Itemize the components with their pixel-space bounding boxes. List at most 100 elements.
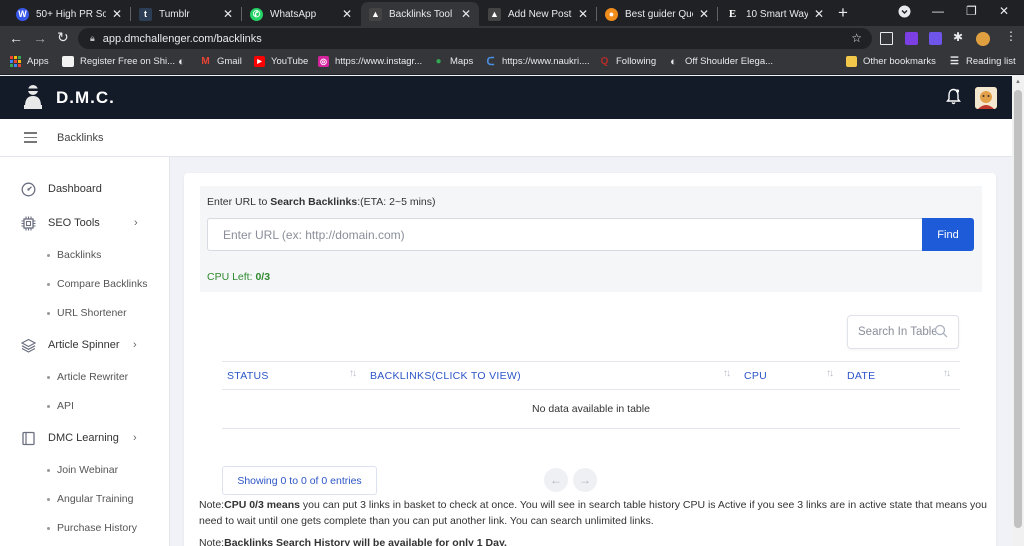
sidebar-subitem-angular-training[interactable]: Angular Training bbox=[47, 493, 133, 505]
cast-icon[interactable] bbox=[880, 32, 893, 45]
dmc-logo-icon[interactable] bbox=[22, 84, 44, 110]
sidebar-subitem-api[interactable]: API bbox=[47, 400, 74, 412]
wordpress-icon: W bbox=[16, 7, 29, 21]
cpu-left-label: CPU Left: bbox=[207, 271, 256, 283]
reload-icon[interactable]: ↻ bbox=[57, 29, 69, 46]
back-icon[interactable]: ← bbox=[9, 30, 23, 46]
url-input[interactable] bbox=[207, 218, 923, 251]
sidebar-subitem-purchase-history[interactable]: Purchase History bbox=[47, 522, 137, 534]
close-icon[interactable]: ✕ bbox=[223, 7, 233, 21]
sidebar-item-article-spinner[interactable]: Article Spinner › bbox=[20, 337, 137, 353]
search-label: Enter URL to Search Backlinks:(ETA: 2~5 … bbox=[207, 196, 436, 208]
browser-tab-active[interactable]: ▲ Backlinks Tool | D ✕ bbox=[361, 2, 479, 26]
sort-icon[interactable]: ↑↓ bbox=[723, 368, 731, 379]
chevron-right-icon: › bbox=[133, 432, 137, 444]
chevron-right-icon: › bbox=[134, 217, 138, 229]
bookmark-label: Maps bbox=[450, 56, 474, 67]
browser-tab[interactable]: ▲ Add New Post ‹ T ✕ bbox=[480, 2, 596, 26]
bookmark-naukri[interactable]: ᑕ https://www.naukri.... bbox=[485, 56, 589, 68]
bookmark-gmail[interactable]: M Gmail bbox=[200, 56, 241, 67]
sort-icon[interactable]: ↑↓ bbox=[349, 368, 357, 379]
bookmark-globe[interactable]: ◐ bbox=[176, 55, 193, 68]
close-icon[interactable]: ✕ bbox=[112, 7, 122, 21]
browser-tab[interactable]: ● Best guider Quot ✕ bbox=[597, 2, 717, 26]
tab-title: Add New Post ‹ T bbox=[508, 8, 572, 20]
sidebar-item-seo-tools[interactable]: SEO Tools › bbox=[20, 215, 138, 231]
page-scrollbar[interactable]: ▲ bbox=[1012, 76, 1024, 546]
address-bar[interactable]: 🔒︎ app.dmchallenger.com/backlinks ☆ bbox=[78, 28, 872, 49]
hamburger-menu-icon[interactable] bbox=[24, 132, 37, 143]
table-search-input[interactable] bbox=[858, 326, 936, 338]
close-icon[interactable]: ✕ bbox=[342, 7, 352, 21]
extension-purple-icon[interactable] bbox=[905, 32, 918, 45]
sidebar-item-dmc-learning[interactable]: DMC Learning › bbox=[20, 430, 137, 446]
menu-dots-icon[interactable]: ⋮ bbox=[1005, 29, 1018, 43]
note-prefix: Note: bbox=[199, 499, 225, 511]
new-tab-icon[interactable]: + bbox=[838, 3, 848, 23]
other-bookmarks[interactable]: Other bookmarks bbox=[846, 56, 936, 67]
table-info: Showing 0 to 0 of 0 entries bbox=[222, 466, 377, 495]
close-icon[interactable]: ✕ bbox=[699, 7, 709, 21]
browser-tab[interactable]: W 50+ High PR Soci ✕ bbox=[8, 2, 130, 26]
profile-avatar-icon[interactable] bbox=[976, 32, 990, 46]
brand-name[interactable]: D.M.C. bbox=[56, 88, 115, 108]
sidebar-item-label: SEO Tools bbox=[48, 217, 100, 229]
tab-search-icon[interactable] bbox=[898, 5, 911, 21]
reading-list[interactable]: ☰ Reading list bbox=[949, 56, 1016, 67]
column-header-status[interactable]: STATUS bbox=[227, 370, 269, 382]
layers-icon bbox=[20, 337, 36, 353]
bookmark-shine[interactable]: Register Free on Shi... bbox=[62, 56, 175, 67]
e-icon: E bbox=[728, 8, 737, 20]
table-search-box[interactable] bbox=[847, 315, 959, 349]
next-page-button[interactable]: → bbox=[573, 468, 597, 492]
close-window-icon[interactable]: ✕ bbox=[999, 4, 1009, 18]
bookmark-maps[interactable]: ● Maps bbox=[433, 56, 473, 67]
column-header-backlinks[interactable]: BACKLINKS(CLICK TO VIEW) bbox=[370, 370, 521, 382]
close-icon[interactable]: ✕ bbox=[461, 7, 471, 21]
sidebar-subitem-article-rewriter[interactable]: Article Rewriter bbox=[47, 371, 128, 383]
sort-icon[interactable]: ↑↓ bbox=[826, 368, 834, 379]
sidebar-subitem-join-webinar[interactable]: Join Webinar bbox=[47, 464, 118, 476]
user-avatar[interactable] bbox=[975, 87, 997, 109]
sidebar-subitem-url-shortener[interactable]: URL Shortener bbox=[47, 307, 127, 319]
bookmark-star-icon[interactable]: ☆ bbox=[851, 31, 862, 45]
close-icon[interactable]: ✕ bbox=[578, 7, 588, 21]
gmail-icon: M bbox=[201, 56, 210, 67]
browser-tab[interactable]: E 10 Smart Ways to ✕ bbox=[718, 2, 832, 26]
extension-download-icon[interactable] bbox=[929, 32, 942, 45]
minimize-icon[interactable]: — bbox=[932, 4, 944, 18]
scroll-up-icon[interactable]: ▲ bbox=[1015, 79, 1021, 85]
sidebar-subitem-compare-backlinks[interactable]: Compare Backlinks bbox=[47, 278, 147, 290]
previous-page-button[interactable]: ← bbox=[544, 468, 568, 492]
chip-icon bbox=[20, 215, 36, 231]
browser-tab[interactable]: t Tumblr ✕ bbox=[131, 2, 241, 26]
bookmark-label: Following bbox=[616, 56, 657, 67]
table-empty-message: No data available in table bbox=[222, 390, 960, 429]
restore-icon[interactable]: ❐ bbox=[966, 4, 977, 18]
bookmark-quora[interactable]: Q Following bbox=[599, 56, 657, 67]
bell-icon[interactable] bbox=[946, 88, 961, 109]
find-button[interactable]: Find bbox=[922, 218, 974, 251]
cpu-left-value: 0/3 bbox=[255, 271, 271, 283]
app-header: D.M.C. bbox=[0, 76, 1012, 119]
table-header: STATUS ↑↓ BACKLINKS(CLICK TO VIEW) ↑↓ CP… bbox=[222, 361, 960, 390]
column-header-date[interactable]: DATE bbox=[847, 370, 875, 382]
youtube-icon: ▶ bbox=[254, 56, 265, 67]
sidebar-subitem-label: Angular Training bbox=[57, 493, 134, 505]
bookmark-instagram[interactable]: ◎ https://www.instagr... bbox=[318, 56, 422, 67]
sidebar-item-dashboard[interactable]: Dashboard bbox=[20, 181, 102, 197]
note-text: you can put 3 links in basket to check a… bbox=[199, 499, 987, 527]
close-icon[interactable]: ✕ bbox=[814, 7, 824, 21]
instagram-icon: ◎ bbox=[318, 56, 329, 67]
sidebar-subitem-backlinks[interactable]: Backlinks bbox=[47, 249, 101, 261]
puzzle-icon[interactable]: ✱ bbox=[953, 30, 966, 44]
browser-tab[interactable]: ✆ WhatsApp ✕ bbox=[242, 2, 360, 26]
bookmark-youtube[interactable]: ▶ YouTube bbox=[254, 56, 308, 67]
column-header-cpu[interactable]: CPU bbox=[744, 370, 767, 382]
bookmark-apps[interactable]: Apps bbox=[10, 56, 49, 67]
globe-icon: ◐ bbox=[178, 55, 185, 68]
forward-icon[interactable]: → bbox=[33, 30, 47, 46]
bookmark-offshoulder[interactable]: ◐ Off Shoulder Elega... bbox=[668, 56, 773, 68]
scrollbar-thumb[interactable] bbox=[1014, 90, 1022, 528]
sort-icon[interactable]: ↑↓ bbox=[943, 368, 951, 379]
